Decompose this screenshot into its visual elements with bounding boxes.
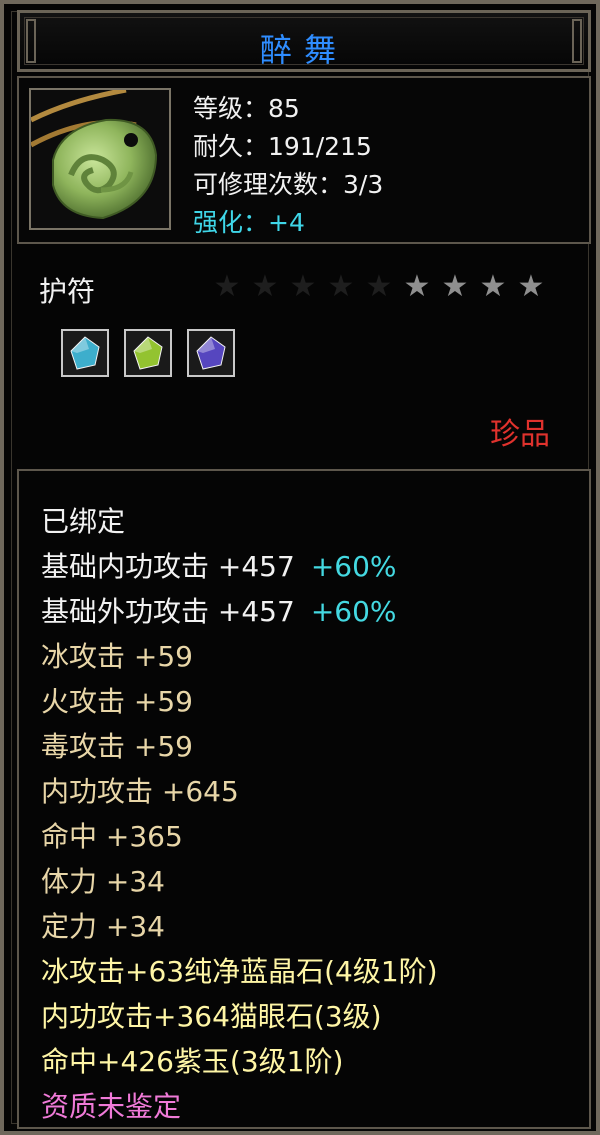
attribute-text: 毒攻击 +59 [41,730,193,763]
attribute-line: 命中 +365 [41,814,438,859]
star-filled-icon: ★ [403,269,431,304]
item-enhance: 强化：+4 [193,208,305,237]
attribute-line: 命中+426紫玉(3级1阶) [41,1039,438,1084]
attribute-line: 毒攻击 +59 [41,724,438,769]
attribute-text: 定力 +34 [41,910,165,943]
attribute-text: 已绑定 [41,505,126,538]
attribute-line: 基础内功攻击 +457 +60% [41,544,438,589]
green-cat-eye-gem-icon[interactable] [124,329,172,377]
item-header: 等级：85 耐久：191/215 可修理次数：3/3 强化：+4 [17,76,591,244]
star-filled-icon: ★ [517,269,545,304]
attributes-panel: 已绑定基础内功攻击 +457 +60% 基础外功攻击 +457 +60% 冰攻击 +59… [17,469,591,1129]
attribute-line: 体力 +34 [41,859,438,904]
attribute-list: 已绑定基础内功攻击 +457 +60% 基础外功攻击 +457 +60% 冰攻击 +59… [41,499,438,1129]
item-repair-count: 可修理次数：3/3 [193,170,384,199]
item-tooltip: 醉舞 等级：85 耐久：191/215 可修理次数：3/3 强化：+4 护符 ★… [0,0,600,1135]
item-durability: 耐久：191/215 [193,132,372,161]
attribute-text: 基础外功攻击 +457 [41,595,295,628]
attribute-text: 命中+426紫玉(3级1阶) [41,1045,344,1078]
attribute-line: 基础外功攻击 +457 +60% [41,589,438,634]
star-filled-icon: ★ [441,269,469,304]
attribute-text: 冰攻击 +59 [41,640,193,673]
star-empty-icon: ★ [213,269,241,304]
blue-crystal-gem-icon[interactable] [61,329,109,377]
title-bar: 醉舞 [17,10,591,72]
rarity-label: 珍品 [490,417,550,452]
star-empty-icon: ★ [289,269,317,304]
attribute-text: 体力 +34 [41,865,165,898]
attribute-line: 资质未鉴定 [41,1084,438,1129]
item-level: 等级：85 [193,94,300,123]
purple-jade-gem-icon[interactable] [187,329,235,377]
attribute-line: 已绑定 [41,499,438,544]
star-empty-icon: ★ [365,269,393,304]
attribute-line: 冰攻击+63纯净蓝晶石(4级1阶) [41,949,438,994]
attribute-line: 火攻击 +59 [41,679,438,724]
amulet-icon [31,90,158,220]
attribute-percent: +60% [310,550,397,583]
star-filled-icon: ★ [479,269,507,304]
attribute-line: 内功攻击+364猫眼石(3级) [41,994,438,1039]
attribute-text: 内功攻击 +645 [41,775,239,808]
star-empty-icon: ★ [251,269,279,304]
item-type: 护符 [39,275,96,308]
attribute-line: 内功攻击 +645 [41,769,438,814]
attribute-text: 内功攻击+364猫眼石(3级) [41,1000,382,1033]
attribute-text: 火攻击 +59 [41,685,193,718]
item-icon-frame [29,88,171,230]
attribute-text: 冰攻击+63纯净蓝晶石(4级1阶) [41,955,438,988]
attribute-line: 冰攻击 +59 [41,634,438,679]
attribute-text: 资质未鉴定 [41,1090,182,1123]
item-name: 醉舞 [259,31,348,69]
attribute-percent: +60% [310,595,397,628]
attribute-text: 命中 +365 [41,820,183,853]
attribute-text: 基础内功攻击 +457 [41,550,295,583]
star-empty-icon: ★ [327,269,355,304]
item-stats: 等级：85 耐久：191/215 可修理次数：3/3 强化：+4 [193,90,383,242]
attribute-line: 定力 +34 [41,904,438,949]
